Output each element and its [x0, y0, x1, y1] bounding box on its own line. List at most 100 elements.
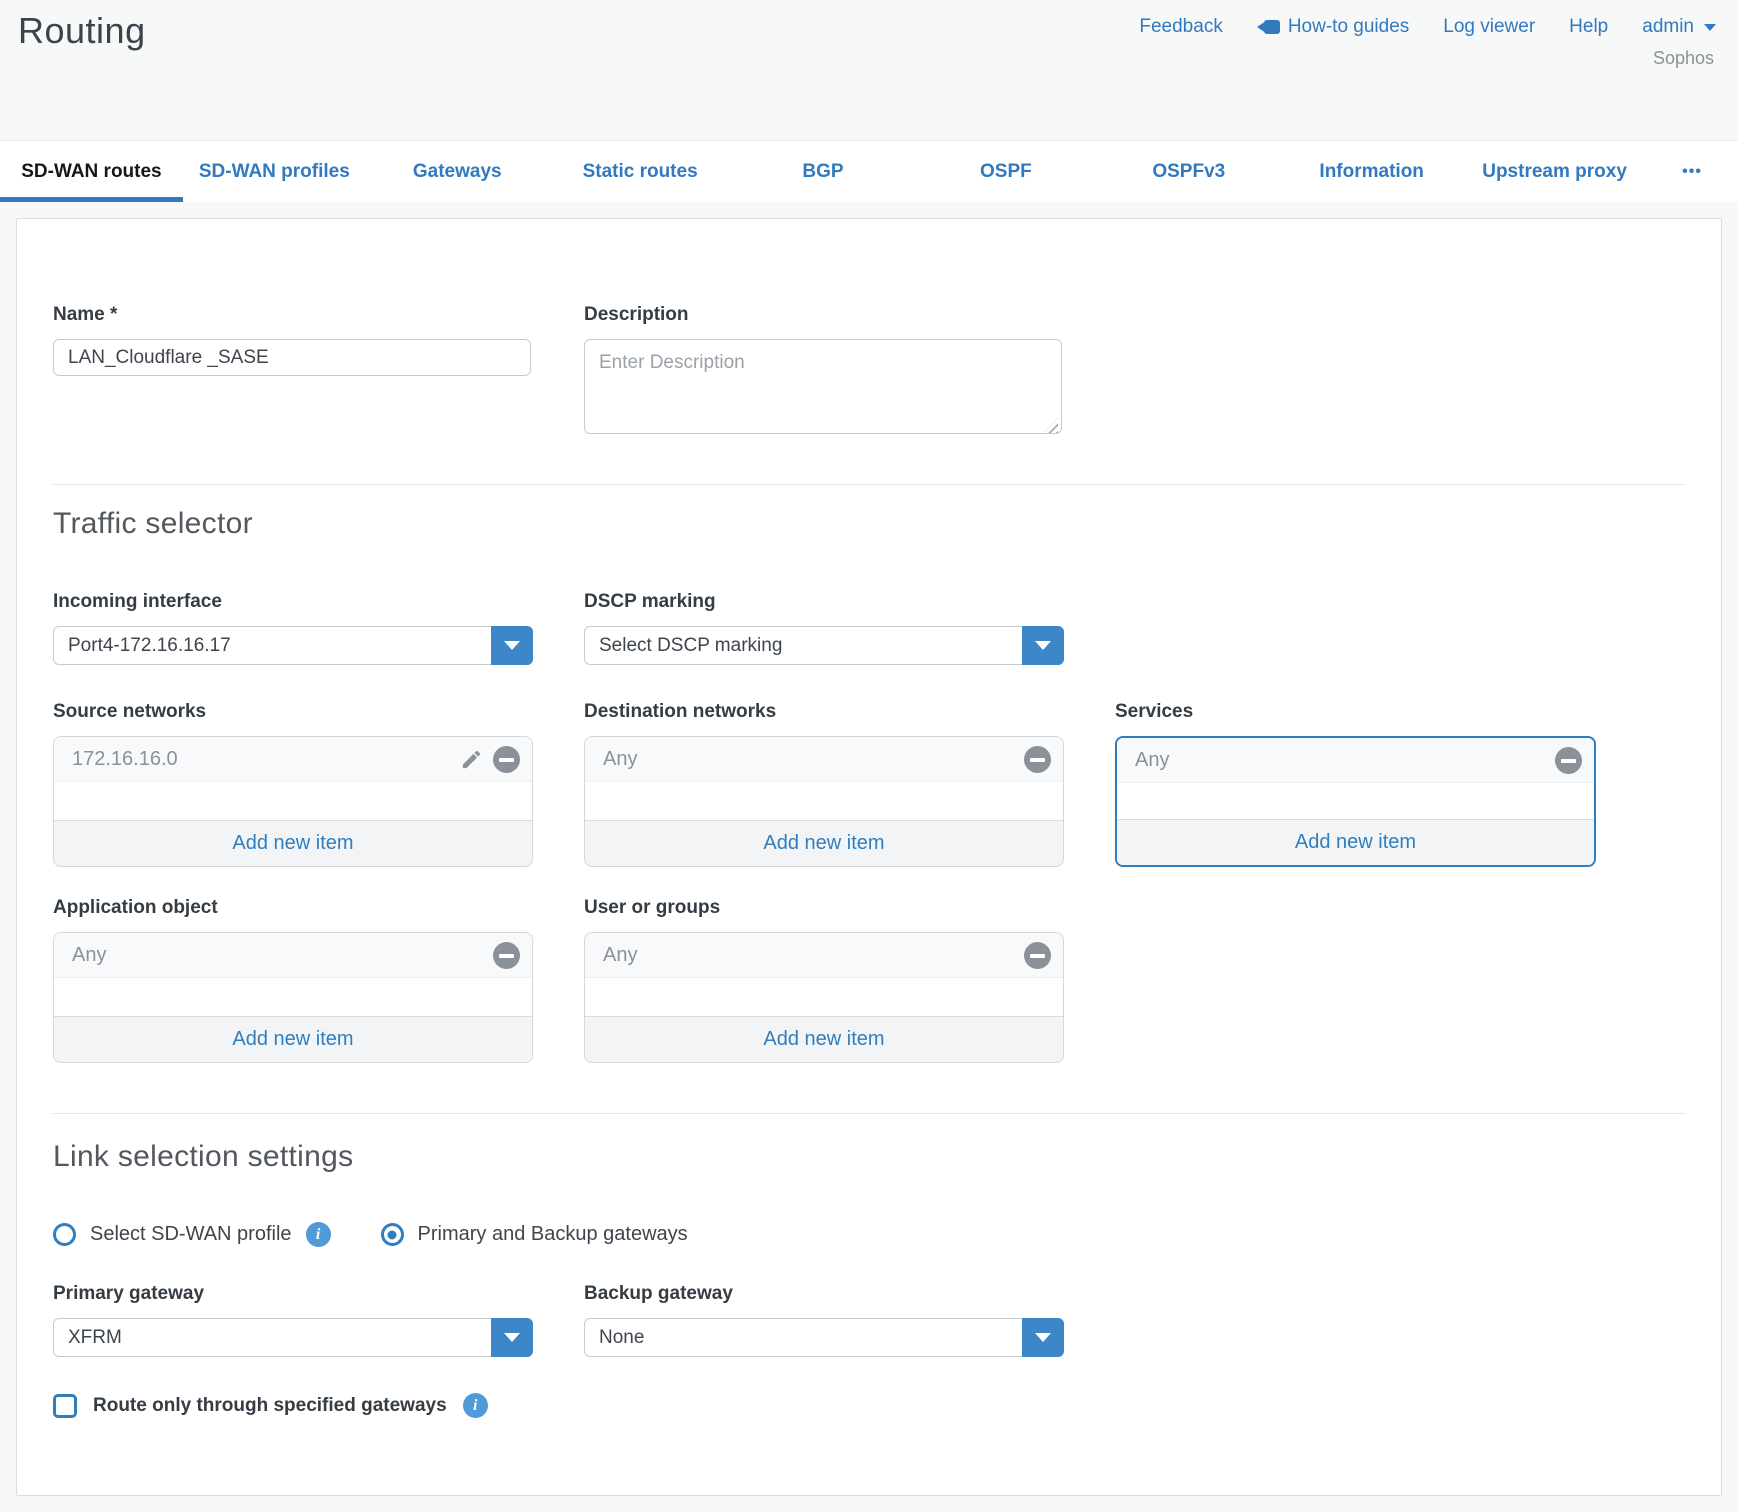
dscp-marking-label: DSCP marking — [584, 591, 1064, 613]
triangle-down-icon — [504, 641, 520, 650]
radio-selected-icon — [381, 1223, 404, 1246]
radio-sdwan-profile[interactable]: Select SD-WAN profile i — [53, 1222, 331, 1247]
list-item: Any — [585, 933, 1063, 978]
incoming-interface-value: Port4-172.16.16.17 — [54, 635, 231, 657]
services-group: Services Any Add new item — [1115, 701, 1596, 867]
list-item-value: Any — [603, 748, 637, 771]
remove-item-icon[interactable] — [493, 942, 520, 969]
remove-item-icon[interactable] — [1555, 747, 1582, 774]
primary-gateway-label: Primary gateway — [53, 1283, 533, 1305]
sdwan-route-form-panel: Name * Description Traffic selector Inco… — [16, 218, 1722, 1496]
log-viewer-link[interactable]: Log viewer — [1443, 16, 1535, 38]
list-empty-area — [54, 782, 532, 820]
help-link[interactable]: Help — [1569, 16, 1608, 38]
route-only-checkbox[interactable] — [53, 1394, 77, 1418]
incoming-interface-label: Incoming interface — [53, 591, 533, 613]
tab-sdwan-routes[interactable]: SD-WAN routes — [0, 141, 183, 202]
destination-networks-group: Destination networks Any Add new item — [584, 701, 1064, 867]
dropdown-arrow-button[interactable] — [491, 1318, 533, 1357]
source-networks-group: Source networks 172.16.16.0 Add new item — [53, 701, 533, 867]
name-field-group: Name * — [53, 304, 533, 376]
primary-gateway-value: XFRM — [54, 1327, 122, 1349]
destination-networks-list: Any Add new item — [584, 736, 1064, 867]
tab-gateways[interactable]: Gateways — [366, 141, 549, 202]
dscp-marking-select[interactable]: Select DSCP marking — [584, 626, 1064, 665]
application-object-list: Any Add new item — [53, 932, 533, 1063]
source-networks-list: 172.16.16.0 Add new item — [53, 736, 533, 867]
feedback-label: Feedback — [1139, 16, 1222, 38]
tab-sdwan-profiles[interactable]: SD-WAN profiles — [183, 141, 366, 202]
radio-sdwan-profile-label: Select SD-WAN profile — [90, 1223, 292, 1246]
description-textarea[interactable] — [584, 339, 1062, 434]
primary-gateway-group: Primary gateway XFRM — [53, 1283, 533, 1357]
dropdown-arrow-button[interactable] — [1022, 626, 1064, 665]
admin-menu[interactable]: admin — [1642, 16, 1716, 38]
add-new-item-button[interactable]: Add new item — [54, 1016, 532, 1062]
routing-tabbar: SD-WAN routes SD-WAN profiles Gateways S… — [0, 140, 1738, 202]
name-input[interactable] — [53, 339, 531, 376]
info-icon[interactable]: i — [463, 1393, 488, 1418]
description-label: Description — [584, 304, 1064, 326]
tab-ospfv3[interactable]: OSPFv3 — [1097, 141, 1280, 202]
page-header: Routing Feedback How-to guides Log viewe… — [0, 0, 1738, 140]
primary-gateway-select[interactable]: XFRM — [53, 1318, 533, 1357]
remove-item-icon[interactable] — [1024, 746, 1051, 773]
help-label: Help — [1569, 16, 1608, 38]
dscp-marking-group: DSCP marking Select DSCP marking — [584, 591, 1064, 665]
link-selection-heading: Link selection settings — [53, 1140, 1685, 1174]
backup-gateway-select[interactable]: None — [584, 1318, 1064, 1357]
destination-networks-label: Destination networks — [584, 701, 1064, 723]
section-divider — [53, 484, 1685, 485]
info-icon[interactable]: i — [306, 1222, 331, 1247]
minus-icon — [493, 942, 520, 969]
add-new-item-button[interactable]: Add new item — [585, 820, 1063, 866]
tab-ospf[interactable]: OSPF — [914, 141, 1097, 202]
description-field-group: Description — [584, 304, 1064, 439]
list-item: 172.16.16.0 — [54, 737, 532, 782]
list-item: Any — [585, 737, 1063, 782]
list-item-value: Any — [72, 944, 106, 967]
incoming-interface-group: Incoming interface Port4-172.16.16.17 — [53, 591, 533, 665]
admin-menu-label: admin — [1642, 16, 1694, 38]
radio-primary-backup[interactable]: Primary and Backup gateways — [381, 1223, 688, 1246]
log-viewer-label: Log viewer — [1443, 16, 1535, 38]
incoming-interface-select[interactable]: Port4-172.16.16.17 — [53, 626, 533, 665]
remove-item-icon[interactable] — [1024, 942, 1051, 969]
feedback-link[interactable]: Feedback — [1139, 16, 1222, 38]
add-new-item-button[interactable]: Add new item — [54, 820, 532, 866]
add-new-item-button[interactable]: Add new item — [585, 1016, 1063, 1062]
minus-icon — [1024, 746, 1051, 773]
list-item: Any — [54, 933, 532, 978]
route-only-checkbox-label: Route only through specified gateways — [93, 1395, 447, 1417]
user-or-groups-label: User or groups — [584, 897, 1064, 919]
video-camera-icon — [1257, 19, 1280, 35]
add-new-item-button[interactable]: Add new item — [1117, 819, 1594, 865]
tab-information[interactable]: Information — [1280, 141, 1463, 202]
tab-bgp[interactable]: BGP — [732, 141, 915, 202]
backup-gateway-value: None — [585, 1327, 644, 1349]
section-divider — [53, 1113, 1685, 1114]
edit-pencil-icon[interactable] — [460, 748, 483, 771]
tab-more-menu[interactable]: ••• — [1646, 141, 1738, 202]
triangle-down-icon — [504, 1333, 520, 1342]
list-empty-area — [54, 978, 532, 1016]
user-or-groups-list: Any Add new item — [584, 932, 1064, 1063]
minus-icon — [493, 746, 520, 773]
tab-upstream-proxy[interactable]: Upstream proxy — [1463, 141, 1646, 202]
minus-icon — [1555, 747, 1582, 774]
services-list: Any Add new item — [1115, 736, 1596, 867]
remove-item-icon[interactable] — [493, 746, 520, 773]
list-item: Any — [1117, 738, 1594, 783]
howto-guides-link[interactable]: How-to guides — [1257, 16, 1409, 38]
dropdown-arrow-button[interactable] — [1022, 1318, 1064, 1357]
tab-static-routes[interactable]: Static routes — [549, 141, 732, 202]
list-item-value: Any — [603, 944, 637, 967]
triangle-down-icon — [1035, 641, 1051, 650]
list-empty-area — [585, 782, 1063, 820]
chevron-down-icon — [1704, 24, 1716, 31]
list-item-value: Any — [1135, 749, 1169, 772]
triangle-down-icon — [1035, 1333, 1051, 1342]
dscp-marking-value: Select DSCP marking — [585, 635, 782, 657]
dropdown-arrow-button[interactable] — [491, 626, 533, 665]
traffic-selector-heading: Traffic selector — [53, 507, 1685, 541]
